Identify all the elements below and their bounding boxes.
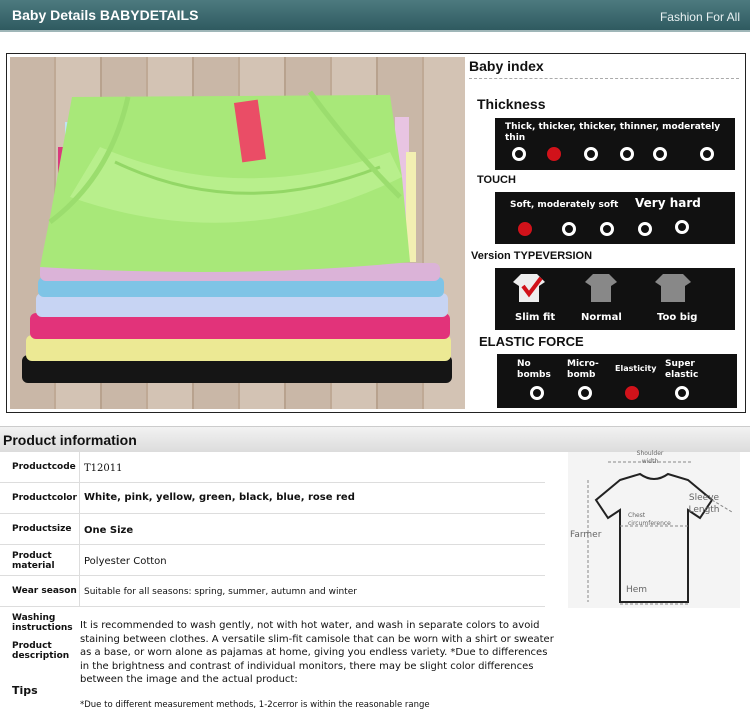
shoulder-width-label: Shoulder width bbox=[636, 450, 664, 465]
normal-shirt-icon bbox=[585, 274, 617, 302]
divider bbox=[79, 545, 80, 575]
thickness-box: Thick, thicker, thicker, thinner, modera… bbox=[495, 118, 735, 170]
header-tagline: Fashion For All bbox=[659, 10, 740, 24]
stacked-camisoles-photo bbox=[22, 90, 452, 383]
divider bbox=[79, 452, 80, 482]
table-row: Wear season Suitable for all seasons: sp… bbox=[0, 576, 545, 607]
table-row: Productcolor White, pink, yellow, green,… bbox=[0, 483, 545, 514]
header-banner: Baby Details BABYDETAILS Fashion For All bbox=[0, 0, 750, 32]
touch-soft-label: Soft, moderately soft bbox=[510, 200, 619, 210]
elastic-dot-3-selected bbox=[625, 386, 639, 400]
farmer-label: Farmer bbox=[570, 530, 602, 540]
elastic-option-1: No bombs bbox=[517, 359, 551, 380]
version-option-3: Too big bbox=[657, 312, 698, 323]
elastic-option-4: Super elastic bbox=[665, 359, 699, 380]
thickness-dot-4 bbox=[620, 147, 634, 161]
page-title: Baby Details BABYDETAILS bbox=[12, 7, 199, 23]
elastic-dot-4 bbox=[675, 386, 689, 400]
row-value: Polyester Cotton bbox=[84, 556, 167, 567]
thickness-title: Thickness bbox=[477, 96, 546, 112]
table-row: Productcode T12011 bbox=[0, 452, 545, 483]
version-box: Slim fit Normal Too big bbox=[495, 268, 735, 330]
product-info-header: Product information bbox=[0, 426, 750, 452]
row-label: Wear season bbox=[12, 586, 77, 596]
touch-dot-3 bbox=[600, 222, 614, 236]
touch-title: TOUCH bbox=[477, 174, 516, 186]
row-value: Suitable for all seasons: spring, summer… bbox=[84, 587, 357, 597]
thickness-options-label: Thick, thicker, thicker, thinner, modera… bbox=[505, 122, 721, 143]
touch-dot-5 bbox=[675, 220, 689, 234]
row-label: Productcolor bbox=[12, 493, 77, 503]
thickness-dot-5 bbox=[653, 147, 667, 161]
row-label: Tips bbox=[12, 684, 38, 697]
divider bbox=[79, 483, 80, 513]
touch-dot-2 bbox=[562, 222, 576, 236]
divider bbox=[79, 514, 80, 544]
divider bbox=[79, 576, 80, 606]
thickness-dot-3 bbox=[584, 147, 598, 161]
row-value: One Size bbox=[84, 525, 134, 536]
touch-dot-1-selected bbox=[518, 222, 532, 236]
touch-box: Soft, moderately soft Very hard bbox=[495, 192, 735, 244]
table-row: Product material Polyester Cotton bbox=[0, 545, 545, 576]
product-overview: Baby index Thickness Thick, thicker, thi… bbox=[6, 53, 746, 413]
row-label: Product description bbox=[12, 641, 70, 661]
elastic-box: No bombs Micro-bomb Elasticity Super ela… bbox=[497, 354, 737, 408]
product-info-title: Product information bbox=[3, 432, 137, 448]
row-value: White, pink, yellow, green, black, blue,… bbox=[84, 492, 355, 503]
touch-hard-label: Very hard bbox=[635, 196, 701, 210]
elastic-option-3: Elasticity bbox=[615, 364, 657, 373]
too-big-shirt-icon bbox=[655, 274, 691, 302]
divider bbox=[469, 78, 739, 79]
baby-index-panel: Baby index Thickness Thick, thicker, thi… bbox=[469, 54, 745, 412]
thickness-dot-6 bbox=[700, 147, 714, 161]
elastic-dot-2 bbox=[578, 386, 592, 400]
elastic-dot-1 bbox=[530, 386, 544, 400]
thickness-dot-2-selected bbox=[547, 147, 561, 161]
thickness-dot-1 bbox=[512, 147, 526, 161]
version-title: Version TYPEVERSION bbox=[471, 250, 593, 262]
hem-label: Hem bbox=[626, 585, 648, 595]
tips-note: *Due to different measurement methods, 1… bbox=[80, 700, 430, 710]
chest-label: Chest circumference bbox=[628, 512, 671, 527]
row-label: Productcode bbox=[12, 462, 76, 472]
row-value: T12011 bbox=[84, 463, 123, 474]
row-label: Washing instructions bbox=[12, 613, 73, 633]
version-option-1: Slim fit bbox=[515, 312, 556, 323]
table-row: Productsize One Size bbox=[0, 514, 545, 545]
touch-dot-4 bbox=[638, 222, 652, 236]
product-description: It is recommended to wash gently, not wi… bbox=[80, 620, 554, 685]
slim-fit-shirt-icon bbox=[513, 274, 545, 302]
version-option-2: Normal bbox=[581, 312, 622, 323]
row-label: Productsize bbox=[12, 524, 72, 534]
elastic-title: ELASTIC FORCE bbox=[479, 334, 584, 349]
baby-index-title: Baby index bbox=[469, 58, 544, 74]
elastic-option-2: Micro-bomb bbox=[567, 359, 599, 380]
size-diagram: Shoulder width Sleeve Length Farmer Ches… bbox=[562, 450, 748, 612]
product-photo bbox=[10, 57, 465, 409]
row-label: Product material bbox=[12, 551, 55, 571]
sleeve-length-label: Sleeve Length bbox=[688, 493, 720, 515]
